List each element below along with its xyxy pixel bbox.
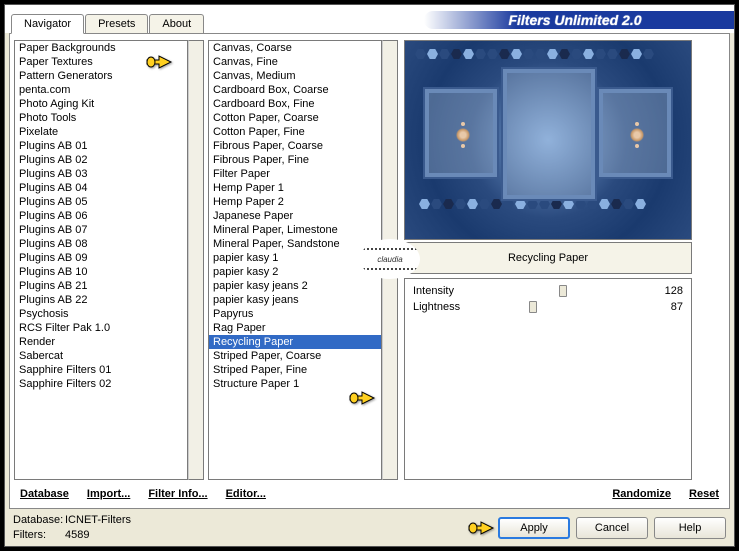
- filter-item[interactable]: Fibrous Paper, Fine: [209, 153, 381, 167]
- param-label: Intensity: [413, 285, 465, 297]
- filters-value: 4589: [65, 529, 89, 541]
- category-item[interactable]: Plugins AB 06: [15, 209, 187, 223]
- param-row: Lightness 87: [413, 299, 683, 315]
- db-label: Database:: [13, 513, 65, 527]
- filter-item[interactable]: Hemp Paper 2: [209, 195, 381, 209]
- randomize-link[interactable]: Randomize: [612, 488, 671, 500]
- param-value: 87: [653, 301, 683, 313]
- apply-button[interactable]: Apply: [498, 517, 570, 539]
- filter-item[interactable]: Fibrous Paper, Coarse: [209, 139, 381, 153]
- param-row: Intensity 128: [413, 283, 683, 299]
- reset-link[interactable]: Reset: [689, 488, 719, 500]
- category-item[interactable]: Plugins AB 09: [15, 251, 187, 265]
- category-item[interactable]: penta.com: [15, 83, 187, 97]
- import-link[interactable]: Import...: [87, 488, 130, 500]
- filter-item[interactable]: Striped Paper, Coarse: [209, 349, 381, 363]
- filter-item[interactable]: Hemp Paper 1: [209, 181, 381, 195]
- tab-presets[interactable]: Presets: [85, 14, 148, 34]
- cancel-button[interactable]: Cancel: [576, 517, 648, 539]
- app-title-banner: Filters Unlimited 2.0: [424, 11, 734, 29]
- help-button[interactable]: Help: [654, 517, 726, 539]
- category-item[interactable]: Plugins AB 04: [15, 181, 187, 195]
- tab-strip: Navigator Presets About: [11, 14, 205, 34]
- app-title: Filters Unlimited 2.0: [508, 12, 641, 28]
- footer-info: Database:ICNET-Filters Filters:4589: [13, 513, 223, 542]
- selected-filter-row: claudia Recycling Paper: [404, 242, 692, 274]
- param-slider[interactable]: [465, 305, 653, 309]
- filter-item[interactable]: papier kasy jeans 2: [209, 279, 381, 293]
- category-item[interactable]: Plugins AB 01: [15, 139, 187, 153]
- filter-item[interactable]: Japanese Paper: [209, 209, 381, 223]
- category-item[interactable]: Sapphire Filters 02: [15, 377, 187, 391]
- category-item[interactable]: Pixelate: [15, 125, 187, 139]
- selected-filter-name: Recycling Paper: [405, 252, 691, 264]
- filter-item[interactable]: Papyrus: [209, 307, 381, 321]
- category-item[interactable]: Psychosis: [15, 307, 187, 321]
- category-list-wrap: Paper BackgroundsPaper TexturesPattern G…: [14, 40, 204, 480]
- author-logo: claudia: [360, 239, 420, 279]
- filter-item[interactable]: Filter Paper: [209, 167, 381, 181]
- filter-info-link[interactable]: Filter Info...: [148, 488, 207, 500]
- filter-item[interactable]: Cardboard Box, Coarse: [209, 83, 381, 97]
- filter-item[interactable]: Recycling Paper: [209, 335, 381, 349]
- category-item[interactable]: Photo Tools: [15, 111, 187, 125]
- parameters-panel: Intensity 128 Lightness 87: [404, 278, 692, 480]
- filter-item[interactable]: Rag Paper: [209, 321, 381, 335]
- link-button-row: Database Import... Filter Info... Editor…: [14, 480, 725, 504]
- param-value: 128: [653, 285, 683, 297]
- filter-item[interactable]: papier kasy 2: [209, 265, 381, 279]
- filter-item[interactable]: Canvas, Fine: [209, 55, 381, 69]
- filter-item[interactable]: Cotton Paper, Fine: [209, 125, 381, 139]
- category-item[interactable]: Plugins AB 10: [15, 265, 187, 279]
- filter-item[interactable]: Mineral Paper, Sandstone: [209, 237, 381, 251]
- database-link[interactable]: Database: [20, 488, 69, 500]
- db-value: ICNET-Filters: [65, 514, 131, 526]
- filter-item[interactable]: Structure Paper 1: [209, 377, 381, 391]
- filter-item[interactable]: Cotton Paper, Coarse: [209, 111, 381, 125]
- category-item[interactable]: Plugins AB 02: [15, 153, 187, 167]
- upper-columns: Paper BackgroundsPaper TexturesPattern G…: [14, 40, 725, 480]
- filter-item[interactable]: Canvas, Medium: [209, 69, 381, 83]
- filter-item[interactable]: Canvas, Coarse: [209, 41, 381, 55]
- editor-link[interactable]: Editor...: [226, 488, 266, 500]
- category-item[interactable]: Plugins AB 08: [15, 237, 187, 251]
- navigator-panel: Paper BackgroundsPaper TexturesPattern G…: [9, 33, 730, 509]
- filter-item[interactable]: Striped Paper, Fine: [209, 363, 381, 377]
- category-item[interactable]: Sapphire Filters 01: [15, 363, 187, 377]
- category-item[interactable]: Photo Aging Kit: [15, 97, 187, 111]
- footer-buttons: Apply Cancel Help: [223, 517, 726, 539]
- filter-item[interactable]: Mineral Paper, Limestone: [209, 223, 381, 237]
- category-item[interactable]: Plugins AB 22: [15, 293, 187, 307]
- category-item[interactable]: Paper Textures: [15, 55, 187, 69]
- category-item[interactable]: Paper Backgrounds: [15, 41, 187, 55]
- preview-column: claudia Recycling Paper Intensity 128 Ligh…: [404, 40, 692, 480]
- tab-navigator[interactable]: Navigator: [11, 14, 84, 34]
- filter-item[interactable]: papier kasy jeans: [209, 293, 381, 307]
- title-bar: Filters Unlimited 2.0 Navigator Presets …: [5, 5, 734, 33]
- filter-list[interactable]: Canvas, CoarseCanvas, FineCanvas, Medium…: [208, 40, 382, 480]
- footer: Database:ICNET-Filters Filters:4589 Appl…: [5, 509, 734, 546]
- category-item[interactable]: RCS Filter Pak 1.0: [15, 321, 187, 335]
- category-item[interactable]: Sabercat: [15, 349, 187, 363]
- category-item[interactable]: Render: [15, 335, 187, 349]
- filter-item[interactable]: papier kasy 1: [209, 251, 381, 265]
- filter-item[interactable]: Cardboard Box, Fine: [209, 97, 381, 111]
- preview-image: [404, 40, 692, 240]
- category-item[interactable]: Plugins AB 07: [15, 223, 187, 237]
- param-label: Lightness: [413, 301, 465, 313]
- filters-unlimited-window: Filters Unlimited 2.0 Navigator Presets …: [4, 4, 735, 547]
- category-item[interactable]: Plugins AB 05: [15, 195, 187, 209]
- category-scrollbar[interactable]: [188, 40, 204, 480]
- category-item[interactable]: Plugins AB 03: [15, 167, 187, 181]
- filters-label: Filters:: [13, 528, 65, 542]
- category-list[interactable]: Paper BackgroundsPaper TexturesPattern G…: [14, 40, 188, 480]
- category-item[interactable]: Plugins AB 21: [15, 279, 187, 293]
- category-item[interactable]: Pattern Generators: [15, 69, 187, 83]
- tab-about[interactable]: About: [149, 14, 204, 34]
- param-slider[interactable]: [465, 289, 653, 293]
